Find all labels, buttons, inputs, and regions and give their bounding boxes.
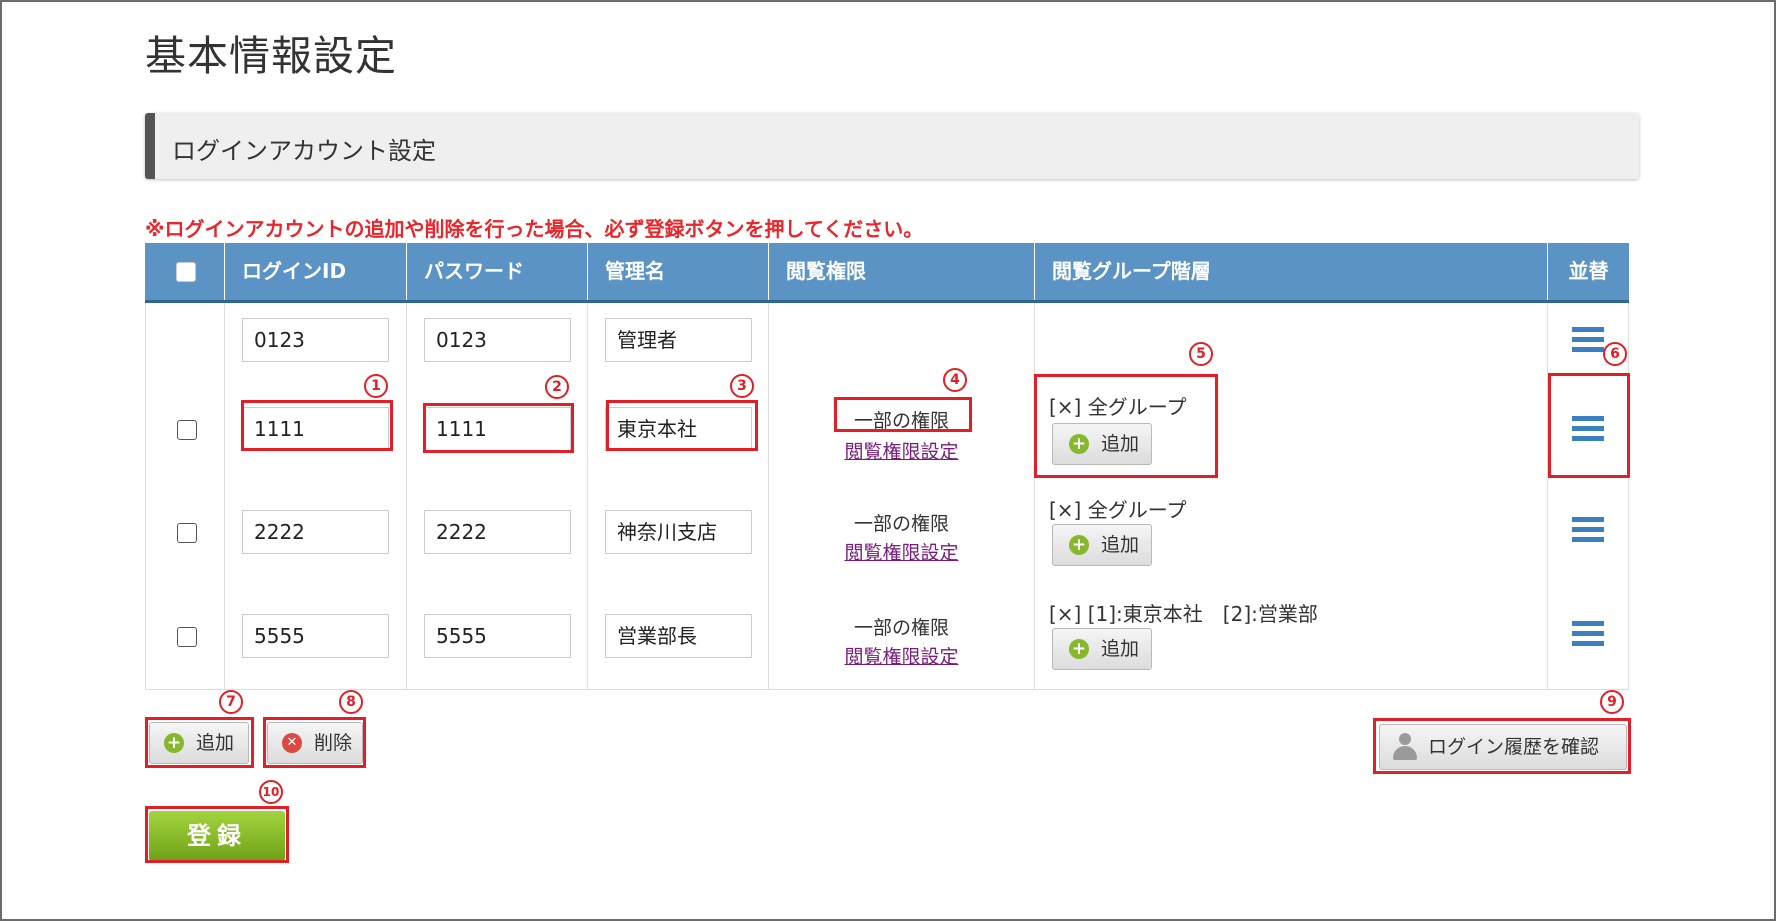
callout-number: 7 [219,690,243,714]
callout-number: 6 [1603,342,1627,366]
row-checkbox[interactable] [177,627,197,647]
name-input[interactable]: 東京本社 [605,407,752,451]
delete-row-button[interactable]: ✕ 削除 [267,722,363,764]
section-header: ログインアカウント設定 [145,113,1639,179]
callout-number: 10 [259,780,283,804]
callout-number: 9 [1600,690,1624,714]
close-circle-icon: ✕ [282,733,302,753]
plus-icon: + [164,733,184,753]
table-row: 0123 0123 管理者 [145,303,1629,378]
permission-label: 一部の権限 [853,513,949,535]
header-login-id: ログインID [225,243,407,300]
header-name: 管理名 [588,243,769,300]
group-add-button[interactable]: + 追加 [1052,524,1152,566]
table-row: 5555 5555 営業部長 一部の権限 閲覧権限設定 [×] [1]:東京本社… [145,585,1629,690]
permission-label: 一部の権限 [853,410,949,432]
password-input[interactable]: 2222 [424,510,571,554]
section-title: ログインアカウント設定 [172,137,436,165]
callout-number: 8 [339,690,363,714]
add-row-button[interactable]: + 追加 [149,722,249,764]
callout-number: 2 [545,375,569,399]
drag-handle-icon[interactable] [1572,416,1604,442]
callout-number: 3 [730,374,754,398]
page-title: 基本情報設定 [145,32,397,80]
drag-handle-icon[interactable] [1572,327,1604,353]
password-input[interactable]: 1111 [424,407,571,451]
plus-icon: + [1069,535,1089,555]
password-input[interactable]: 0123 [424,318,571,362]
callout-number: 1 [364,374,388,398]
login-id-input[interactable]: 5555 [242,614,389,658]
group-label: [×] [1]:東京本社 [2]:営業部 [1049,602,1318,626]
header-group: 閲覧グループ階層 [1035,243,1548,300]
plus-icon: + [1069,434,1089,454]
permission-settings-link[interactable]: 閲覧権限設定 [769,538,1034,565]
group-add-button[interactable]: + 追加 [1052,628,1152,670]
header-permission: 閲覧権限 [769,243,1035,300]
register-button[interactable]: 登録 [149,811,285,861]
name-input[interactable]: 管理者 [605,318,752,362]
row-checkbox[interactable] [177,420,197,440]
drag-handle-icon[interactable] [1572,621,1604,647]
permission-label: 一部の権限 [853,617,949,639]
row-checkbox[interactable] [177,523,197,543]
name-input[interactable]: 営業部長 [605,614,752,658]
table-row: 2222 2222 神奈川支店 一部の権限 閲覧権限設定 [×] 全グループ +… [145,481,1629,586]
login-id-input[interactable]: 0123 [242,318,389,362]
table-header: ログインID パスワード 管理名 閲覧権限 閲覧グループ階層 並替 [145,243,1629,303]
name-input[interactable]: 神奈川支店 [605,510,752,554]
group-label: [×] 全グループ [1049,498,1187,522]
select-all-checkbox[interactable] [176,262,196,282]
select-all-header [145,243,225,300]
header-password: パスワード [407,243,588,300]
callout-number: 5 [1189,342,1213,366]
warning-notice: ※ログインアカウントの追加や削除を行った場合、必ず登録ボタンを押してください。 [145,217,924,241]
permission-settings-link[interactable]: 閲覧権限設定 [769,642,1034,669]
user-icon [1392,733,1418,761]
drag-handle-icon[interactable] [1572,517,1604,543]
header-sort: 並替 [1568,259,1609,283]
callout-number: 4 [943,368,967,392]
plus-icon: + [1069,639,1089,659]
password-input[interactable]: 5555 [424,614,571,658]
group-label: [×] 全グループ [1049,395,1187,419]
login-id-input[interactable]: 2222 [242,510,389,554]
group-add-button[interactable]: + 追加 [1052,423,1152,465]
login-id-input[interactable]: 1111 [242,407,389,451]
login-history-button[interactable]: ログイン履歴を確認 [1379,724,1627,770]
permission-settings-link[interactable]: 閲覧権限設定 [769,437,1034,464]
